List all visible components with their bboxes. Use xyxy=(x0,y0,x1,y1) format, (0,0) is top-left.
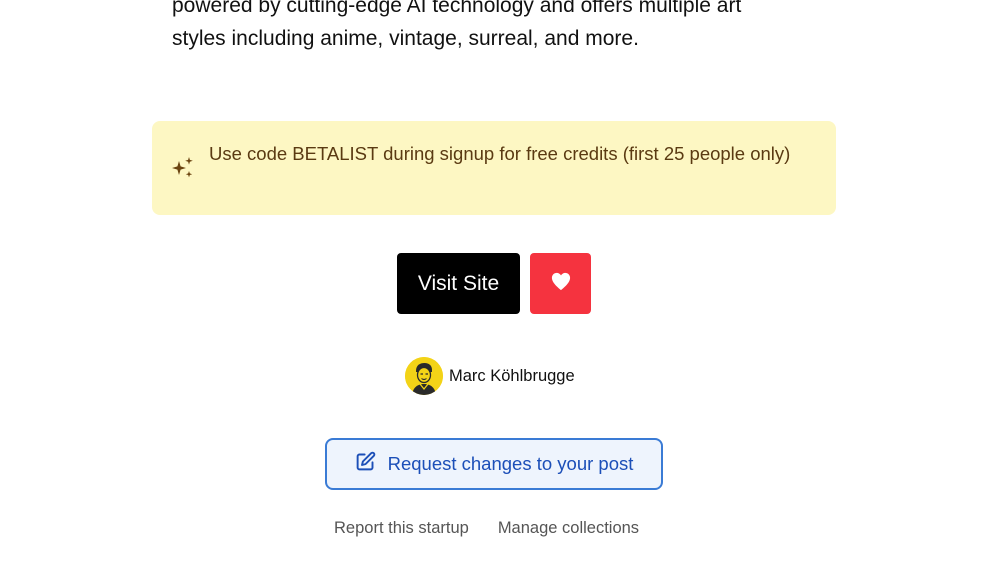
maker-link[interactable]: Marc Köhlbrugge xyxy=(405,357,575,395)
startup-description: powered by cutting-edge AI technology an… xyxy=(172,0,812,55)
request-changes-label: Request changes to your post xyxy=(387,453,634,474)
sparkles-icon xyxy=(170,155,196,181)
report-startup-link[interactable]: Report this startup xyxy=(334,519,469,538)
description-line: styles including anime, vintage, surreal… xyxy=(172,27,639,50)
heart-icon xyxy=(550,271,572,296)
avatar xyxy=(405,357,443,395)
promo-banner: Use code BETALIST during signup for free… xyxy=(152,121,836,215)
maker-name: Marc Köhlbrugge xyxy=(449,366,575,385)
action-buttons: Visit Site xyxy=(397,253,591,314)
edit-icon xyxy=(355,451,376,477)
manage-collections-link[interactable]: Manage collections xyxy=(498,519,639,538)
upvote-button[interactable] xyxy=(530,253,591,314)
visit-site-button[interactable]: Visit Site xyxy=(397,253,520,314)
description-line: powered by cutting-edge AI technology an… xyxy=(172,0,742,17)
promo-text: Use code BETALIST during signup for free… xyxy=(209,143,791,164)
startup-page: powered by cutting-edge AI technology an… xyxy=(0,0,1000,576)
request-changes-button[interactable]: Request changes to your post xyxy=(325,438,663,490)
footer-links: Report this startup Manage collections xyxy=(334,519,639,538)
